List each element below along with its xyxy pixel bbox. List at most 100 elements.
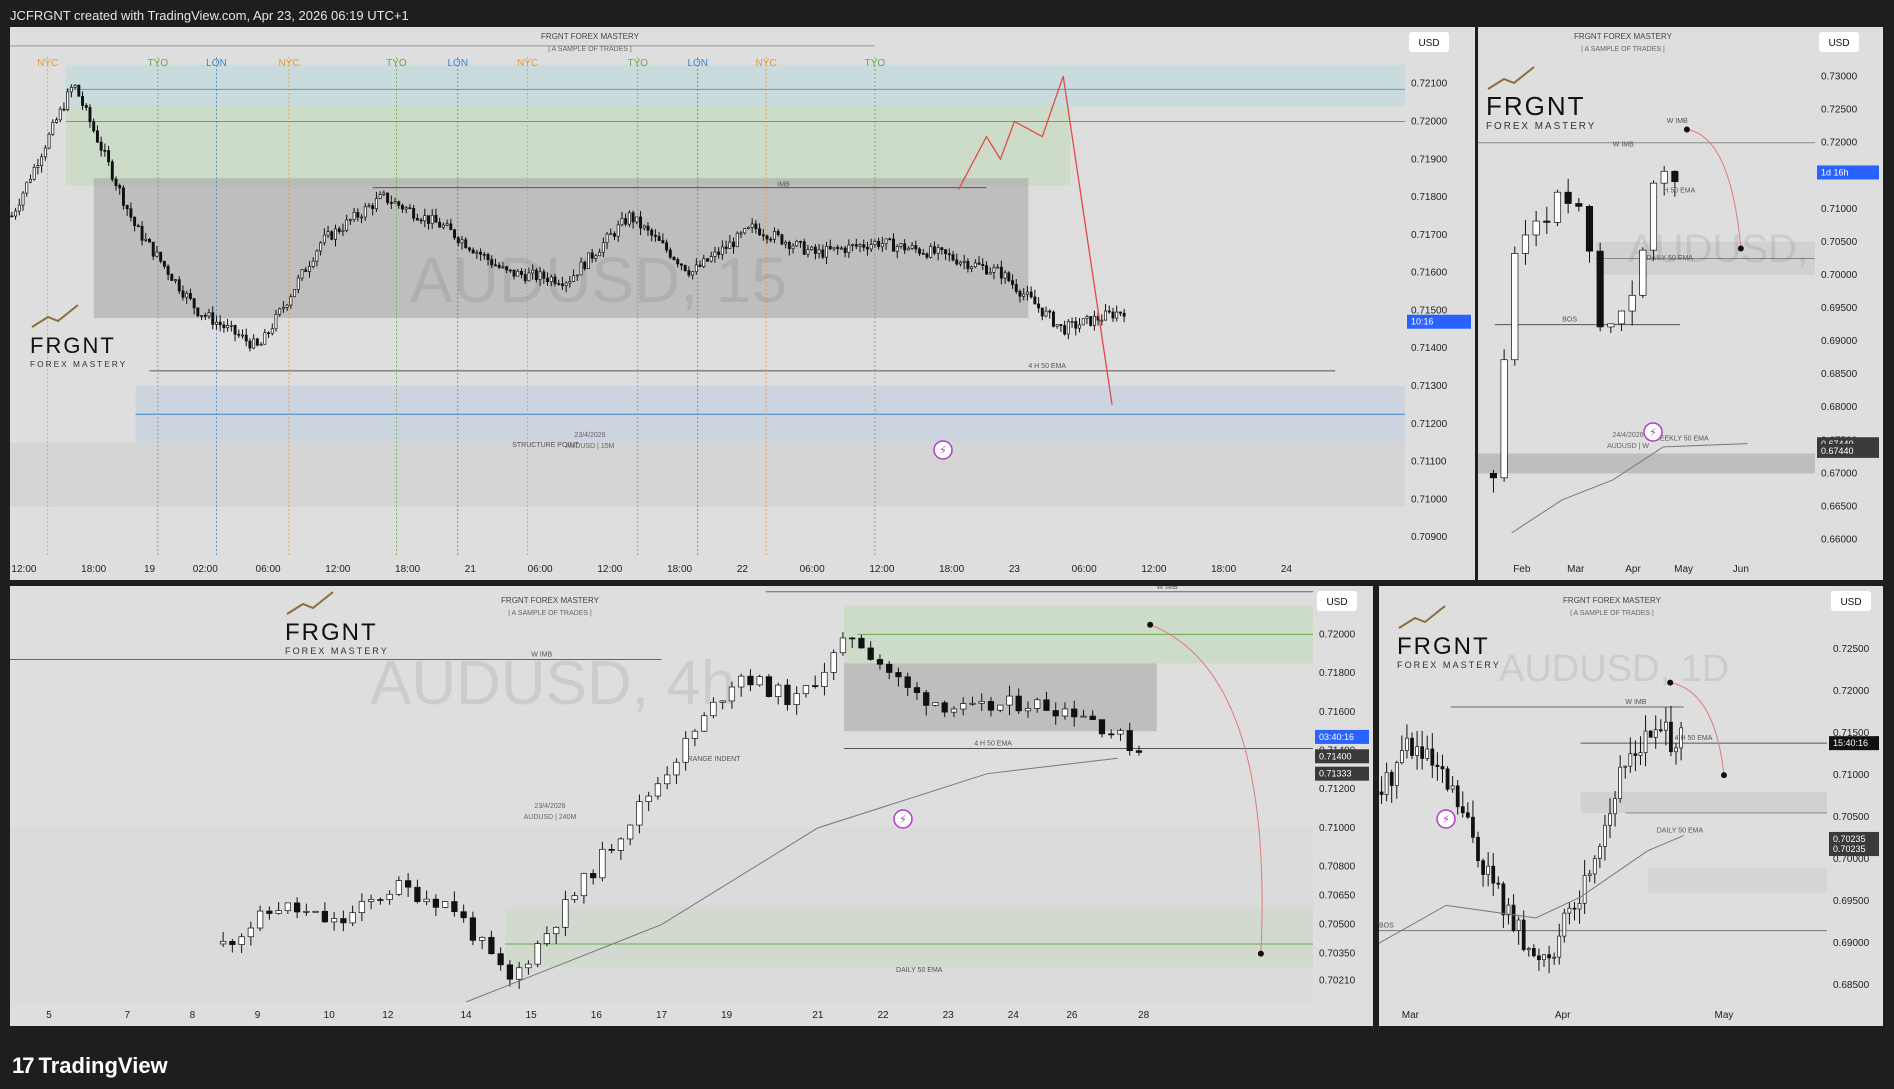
candle-body bbox=[192, 298, 196, 309]
candle-body bbox=[449, 223, 453, 231]
candle-body bbox=[62, 108, 66, 111]
logo-main: FRGNT bbox=[1397, 633, 1490, 660]
candle-body bbox=[962, 260, 966, 263]
price-tick-label: 0.70500 bbox=[1821, 237, 1858, 248]
candle-body bbox=[386, 893, 393, 900]
chart-svg-15m: AUDUSD, 15FRGNT FOREX MASTERY| A SAMPLE … bbox=[10, 27, 1475, 580]
candle-body bbox=[334, 228, 337, 240]
arc-start-dot bbox=[1683, 126, 1690, 133]
candle-body bbox=[747, 675, 754, 686]
candle-body bbox=[810, 246, 814, 251]
annotation-bos: BOS bbox=[1379, 923, 1394, 930]
time-tick-label: 02:00 bbox=[193, 564, 218, 575]
candle-body bbox=[214, 321, 218, 325]
candle-body bbox=[910, 245, 914, 249]
stamp-symbol: AUDUSD | 240M bbox=[524, 814, 577, 821]
candle-body bbox=[1618, 766, 1623, 799]
candle-body bbox=[534, 943, 541, 965]
candle-body bbox=[691, 271, 695, 276]
time-tick-label: 22 bbox=[877, 1010, 889, 1021]
candle-body bbox=[73, 84, 77, 88]
time-tick-label: Apr bbox=[1625, 564, 1641, 575]
brand-title: FRGNT FOREX MASTERY bbox=[1574, 32, 1673, 41]
price-badge-label: 0.70235 bbox=[1833, 844, 1866, 854]
candle-body bbox=[21, 192, 25, 206]
candle-body bbox=[830, 652, 837, 673]
candle-body bbox=[181, 290, 185, 298]
candle-body bbox=[839, 247, 843, 250]
candle-body bbox=[892, 238, 895, 252]
candle-body bbox=[627, 824, 634, 840]
candle-body bbox=[743, 228, 747, 234]
candle-body bbox=[244, 334, 248, 342]
candle-body bbox=[1486, 865, 1491, 875]
candle-body bbox=[854, 244, 858, 247]
price-tick-label: 0.71200 bbox=[1319, 784, 1356, 795]
candle-body bbox=[445, 223, 449, 226]
candle-body bbox=[423, 215, 427, 222]
candle-body bbox=[918, 248, 922, 254]
price-tick-label: 0.66000 bbox=[1821, 534, 1858, 545]
candle-body bbox=[1111, 311, 1115, 319]
candle-body bbox=[960, 703, 967, 710]
candle-body bbox=[55, 119, 58, 123]
time-tick-label: 18:00 bbox=[81, 564, 106, 575]
candle-body bbox=[66, 91, 70, 110]
price-tick-label: 0.71600 bbox=[1411, 268, 1448, 279]
chart-panel-15m[interactable]: AUDUSD, 15 FRGNT FOREX MASTERY | A SAMPLE … bbox=[10, 27, 1475, 580]
candle-body bbox=[238, 936, 245, 945]
candle-body bbox=[196, 307, 200, 317]
chart-panel-1d[interactable]: AUDUSD, 1D FRGNT FOREX MASTERY | A SAMPLE … bbox=[1379, 586, 1883, 1026]
candle-body bbox=[103, 149, 107, 152]
candle-body bbox=[992, 267, 996, 273]
candle-body bbox=[631, 212, 635, 223]
candle-body bbox=[1481, 860, 1485, 875]
candle-body bbox=[490, 259, 494, 266]
candle-body bbox=[125, 205, 129, 210]
candle-body bbox=[1135, 750, 1143, 753]
price-tick-label: 0.69000 bbox=[1821, 336, 1858, 347]
candle-body bbox=[270, 328, 274, 334]
candle-body bbox=[739, 232, 743, 235]
tradingview-brand[interactable]: 17 TradingView bbox=[12, 1053, 168, 1079]
candle-body bbox=[966, 260, 970, 269]
candle-body bbox=[977, 262, 981, 265]
candle-body bbox=[456, 237, 460, 244]
candle-body bbox=[654, 783, 662, 797]
price-tick-label: 0.72000 bbox=[1821, 138, 1858, 149]
candle-body bbox=[1455, 785, 1460, 808]
candle-body bbox=[936, 247, 940, 254]
price-tick-label: 0.70210 bbox=[1319, 976, 1356, 987]
candle-body bbox=[1521, 234, 1530, 254]
chart-panel-4h[interactable]: AUDUSD, 4h FRGNT FOREX MASTERY | A SAMPLE … bbox=[10, 586, 1373, 1026]
candle-body bbox=[1660, 170, 1668, 184]
candle-body bbox=[1445, 768, 1450, 790]
price-tick-label: 0.70500 bbox=[1833, 812, 1870, 823]
candle-body bbox=[400, 205, 404, 210]
candle-body bbox=[784, 684, 791, 705]
candle-body bbox=[460, 239, 464, 244]
time-tick-label: 22 bbox=[737, 564, 749, 575]
candle-body bbox=[1070, 321, 1074, 323]
candle-body bbox=[613, 233, 616, 237]
candle-body bbox=[683, 264, 687, 271]
time-tick-label: 7 bbox=[124, 1010, 130, 1021]
candle-body bbox=[862, 244, 866, 248]
candle-body bbox=[1063, 325, 1067, 335]
candle-body bbox=[432, 898, 440, 908]
session-label: LON bbox=[687, 58, 708, 69]
candle-body bbox=[985, 265, 988, 275]
candle-body bbox=[174, 279, 178, 282]
candle-body bbox=[546, 277, 550, 283]
candle-body bbox=[1055, 324, 1059, 327]
candle-body bbox=[1440, 766, 1445, 770]
candle-body bbox=[1587, 873, 1592, 876]
annotation-daily50: DAILY 50 EMA bbox=[896, 967, 943, 974]
candle-body bbox=[415, 217, 419, 221]
candle-body bbox=[278, 308, 282, 315]
candle-body bbox=[419, 219, 423, 222]
candle-body bbox=[639, 216, 643, 229]
candle-body bbox=[653, 234, 657, 237]
candle-body bbox=[136, 225, 140, 228]
chart-panel-1w[interactable]: AUDUSD, 1W FRGNT FOREX MASTERY | A SAMPLE … bbox=[1478, 27, 1883, 580]
